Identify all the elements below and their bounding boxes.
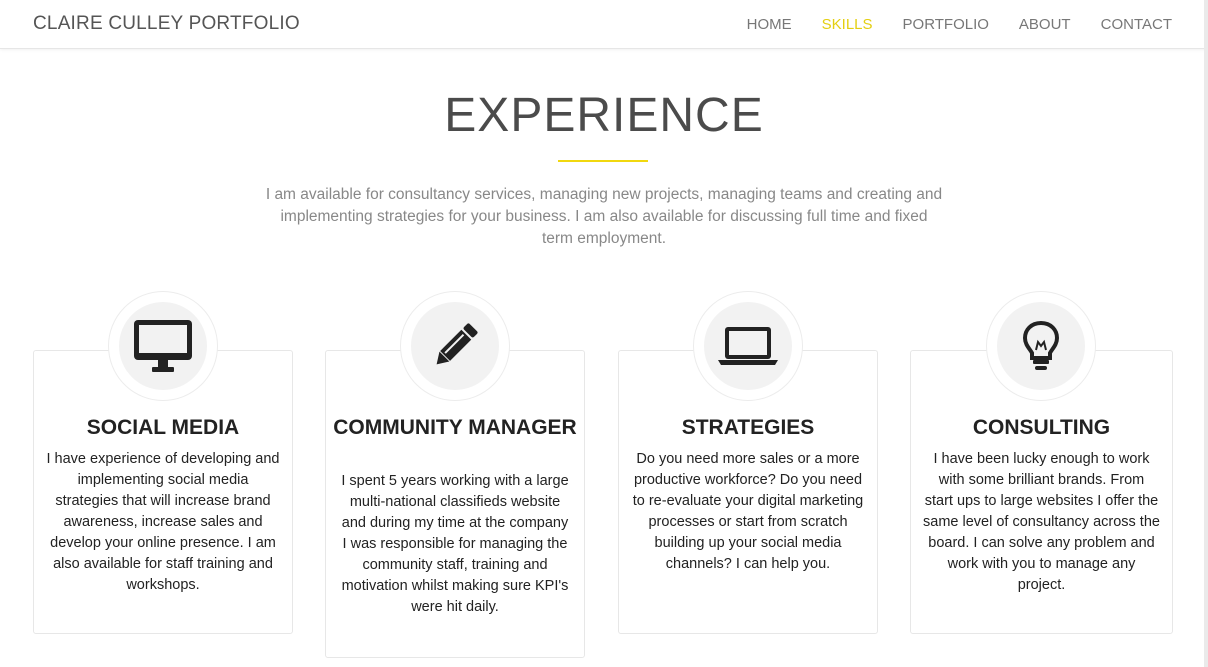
card-text: I have experience of developing and impl… — [46, 451, 280, 593]
card-icon-badge — [108, 291, 218, 401]
title-underline — [558, 160, 648, 162]
card-icon-badge — [986, 291, 1096, 401]
card-text: I spent 5 years working with a large mul… — [341, 473, 569, 615]
card-text: I have been lucky enough to work with so… — [923, 451, 1160, 593]
pencil-icon — [436, 323, 478, 365]
card-icon-badge — [400, 291, 510, 401]
nav-skills[interactable]: SKILLS — [822, 16, 873, 33]
card-icon-badge — [693, 291, 803, 401]
section-intro: I am available for consultancy services,… — [265, 186, 943, 247]
card-title: STRATEGIES — [681, 416, 815, 439]
monitor-icon — [134, 320, 192, 372]
card-title: COMMUNITY MANAGER — [333, 416, 577, 439]
lightbulb-icon — [1022, 320, 1060, 370]
main-nav: HOME SKILLS PORTFOLIO ABOUT CONTACT — [717, 16, 1172, 33]
nav-portfolio[interactable]: PORTFOLIO — [903, 16, 989, 33]
nav-home[interactable]: HOME — [747, 16, 792, 33]
card-title: SOCIAL MEDIA — [86, 416, 240, 439]
nav-about[interactable]: ABOUT — [1019, 16, 1071, 33]
laptop-icon — [718, 327, 778, 365]
nav-contact[interactable]: CONTACT — [1101, 16, 1172, 33]
card-title: CONSULTING — [972, 416, 1111, 439]
top-navbar: CLAIRE CULLEY PORTFOLIO HOME SKILLS PORT… — [0, 0, 1208, 49]
section-title: EXPERIENCE — [444, 89, 764, 142]
card-text: Do you need more sales or a more product… — [632, 451, 864, 572]
brand-logo-link[interactable]: CLAIRE CULLEY PORTFOLIO — [33, 13, 300, 35]
